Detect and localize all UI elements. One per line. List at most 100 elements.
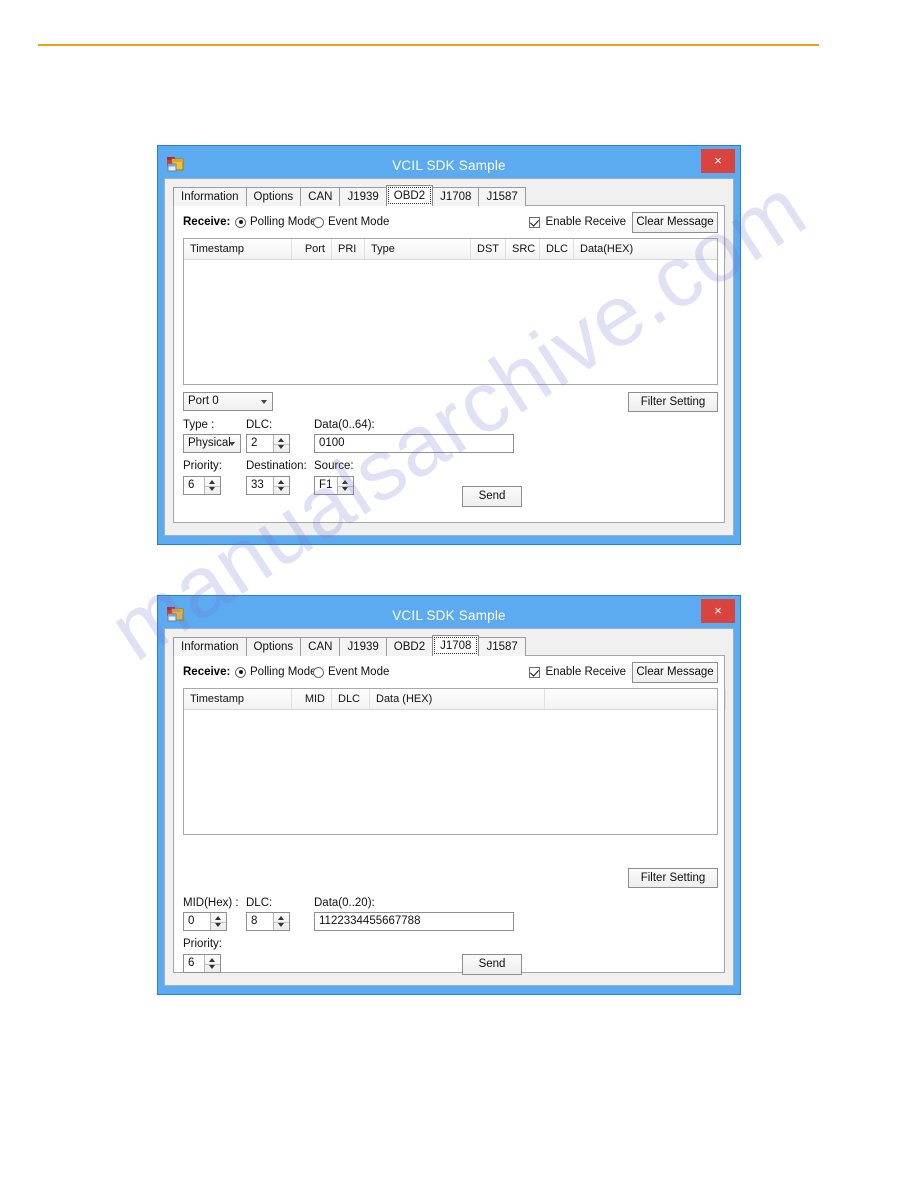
enable-receive-label: Enable Receive <box>545 666 626 678</box>
spinner-divider <box>338 485 353 487</box>
dlc-spinner-j1708[interactable]: 8 <box>246 912 290 931</box>
clear-message-button-j1708[interactable]: Clear Message <box>632 662 718 683</box>
dlc-value: 2 <box>251 437 258 449</box>
form-app-icon <box>167 607 184 622</box>
titlebar-obd2[interactable]: VCIL SDK Sample × <box>164 149 735 178</box>
destination-spinner-obd2[interactable]: 33 <box>246 476 290 495</box>
message-listview-obd2[interactable]: Timestamp Port PRI Type DST SRC DLC Data… <box>183 238 726 385</box>
tab-can[interactable]: CAN <box>300 187 341 206</box>
radio-indicator-icon <box>235 666 246 678</box>
tab-obd2[interactable]: OBD2 <box>385 185 434 206</box>
type-label: Type : <box>183 419 215 431</box>
window-title-j1708: VCIL SDK Sample <box>392 607 506 623</box>
destination-value: 33 <box>251 479 264 491</box>
column-mid[interactable]: MID <box>292 689 332 709</box>
enable-receive-label: Enable Receive <box>545 216 626 228</box>
window-obd2: VCIL SDK Sample × Information Options CA… <box>157 145 741 545</box>
listview-body-obd2 <box>184 260 717 384</box>
data-textbox-obd2[interactable]: 0100 <box>314 434 514 453</box>
type-combobox-obd2[interactable]: Physical <box>183 434 241 453</box>
column-data-hex[interactable]: Data(HEX) <box>574 239 726 259</box>
filter-setting-button-obd2[interactable]: Filter Setting <box>628 392 718 412</box>
tab-information[interactable]: Information <box>173 637 247 656</box>
radio-indicator-icon <box>313 216 324 228</box>
column-pri[interactable]: PRI <box>332 239 365 259</box>
column-dlc[interactable]: DLC <box>540 239 574 259</box>
column-spacer[interactable] <box>545 689 726 709</box>
priority-spinner-obd2[interactable]: 6 <box>183 476 221 495</box>
tab-j1708[interactable]: J1708 <box>432 635 480 656</box>
radio-polling-mode-j1708[interactable]: Polling Mode <box>235 666 316 678</box>
mid-spinner-j1708[interactable]: 0 <box>183 912 227 931</box>
send-button-j1708[interactable]: Send <box>462 954 522 975</box>
chevron-down-icon <box>261 400 267 404</box>
radio-indicator-icon <box>313 666 324 678</box>
column-timestamp[interactable]: Timestamp <box>184 689 292 709</box>
tab-can[interactable]: CAN <box>300 637 341 656</box>
window-j1708: VCIL SDK Sample × Information Options CA… <box>157 595 741 995</box>
source-label: Source: <box>314 460 354 472</box>
listview-header-obd2: Timestamp Port PRI Type DST SRC DLC Data… <box>184 239 726 260</box>
dlc-label: DLC: <box>246 897 273 909</box>
tab-j1939[interactable]: J1939 <box>339 187 387 206</box>
priority-label: Priority: <box>183 938 222 950</box>
column-timestamp[interactable]: Timestamp <box>184 239 292 259</box>
tab-j1587[interactable]: J1587 <box>478 637 526 656</box>
spinner-divider <box>274 443 289 445</box>
destination-label: Destination: <box>246 460 307 472</box>
data-label: Data(0..64): <box>314 419 375 431</box>
data-textbox-j1708[interactable]: 1122334455667788 <box>314 912 514 931</box>
source-spinner-obd2[interactable]: F1 <box>314 476 354 495</box>
tab-options[interactable]: Options <box>245 637 302 656</box>
checkbox-enable-receive-obd2[interactable]: Enable Receive <box>529 216 626 228</box>
chevron-down-icon <box>229 442 235 446</box>
checkmark-icon <box>529 216 541 228</box>
close-button-j1708[interactable]: × <box>701 599 735 623</box>
filter-setting-button-j1708[interactable]: Filter Setting <box>628 868 718 888</box>
listview-body-j1708 <box>184 710 717 834</box>
tab-j1587[interactable]: J1587 <box>478 187 526 206</box>
receive-row-j1708: Receive: Polling Mode Event Mode Enable … <box>183 662 718 684</box>
window-title-obd2: VCIL SDK Sample <box>392 157 506 173</box>
column-dlc[interactable]: DLC <box>332 689 370 709</box>
priority-spinner-j1708[interactable]: 6 <box>183 954 221 973</box>
radio-event-mode-j1708[interactable]: Event Mode <box>313 666 389 678</box>
column-data-hex[interactable]: Data (HEX) <box>370 689 545 709</box>
type-combobox-value: Physical <box>188 437 231 449</box>
radio-indicator-icon <box>235 216 246 228</box>
window-body-obd2: Information Options CAN J1939 OBD2 J1708… <box>164 178 734 536</box>
priority-value: 6 <box>188 957 195 969</box>
send-button-obd2[interactable]: Send <box>462 486 522 507</box>
dlc-value: 8 <box>251 915 258 927</box>
column-dst[interactable]: DST <box>471 239 506 259</box>
column-src[interactable]: SRC <box>506 239 540 259</box>
column-type[interactable]: Type <box>365 239 471 259</box>
mid-label: MID(Hex) : <box>183 897 239 909</box>
dlc-spinner-obd2[interactable]: 2 <box>246 434 290 453</box>
radio-polling-label: Polling Mode <box>250 216 317 228</box>
message-listview-j1708[interactable]: Timestamp MID DLC Data (HEX) <box>183 688 726 835</box>
close-button-obd2[interactable]: × <box>701 149 735 173</box>
port-combobox-obd2[interactable]: Port 0 <box>183 392 273 411</box>
checkmark-icon <box>529 666 541 678</box>
column-port[interactable]: Port <box>292 239 332 259</box>
radio-event-mode-obd2[interactable]: Event Mode <box>313 216 389 228</box>
radio-polling-mode-obd2[interactable]: Polling Mode <box>235 216 316 228</box>
tabstrip-obd2: Information Options CAN J1939 OBD2 J1708… <box>173 185 725 206</box>
tab-obd2[interactable]: OBD2 <box>385 637 434 656</box>
checkbox-enable-receive-j1708[interactable]: Enable Receive <box>529 666 626 678</box>
tabpage-j1708: Receive: Polling Mode Event Mode Enable … <box>173 655 726 975</box>
tab-information[interactable]: Information <box>173 187 247 206</box>
tab-j1708[interactable]: J1708 <box>432 187 480 206</box>
spinner-divider <box>274 485 289 487</box>
port-combobox-value: Port 0 <box>188 395 219 407</box>
tab-j1939[interactable]: J1939 <box>339 637 387 656</box>
tab-options[interactable]: Options <box>245 187 302 206</box>
clear-message-button-obd2[interactable]: Clear Message <box>632 212 718 233</box>
titlebar-j1708[interactable]: VCIL SDK Sample × <box>164 599 735 628</box>
receive-label: Receive: <box>183 666 231 678</box>
source-value: F1 <box>319 479 333 491</box>
page-header-rule <box>38 44 819 46</box>
radio-event-label: Event Mode <box>328 666 390 678</box>
receive-label: Receive: <box>183 216 231 228</box>
